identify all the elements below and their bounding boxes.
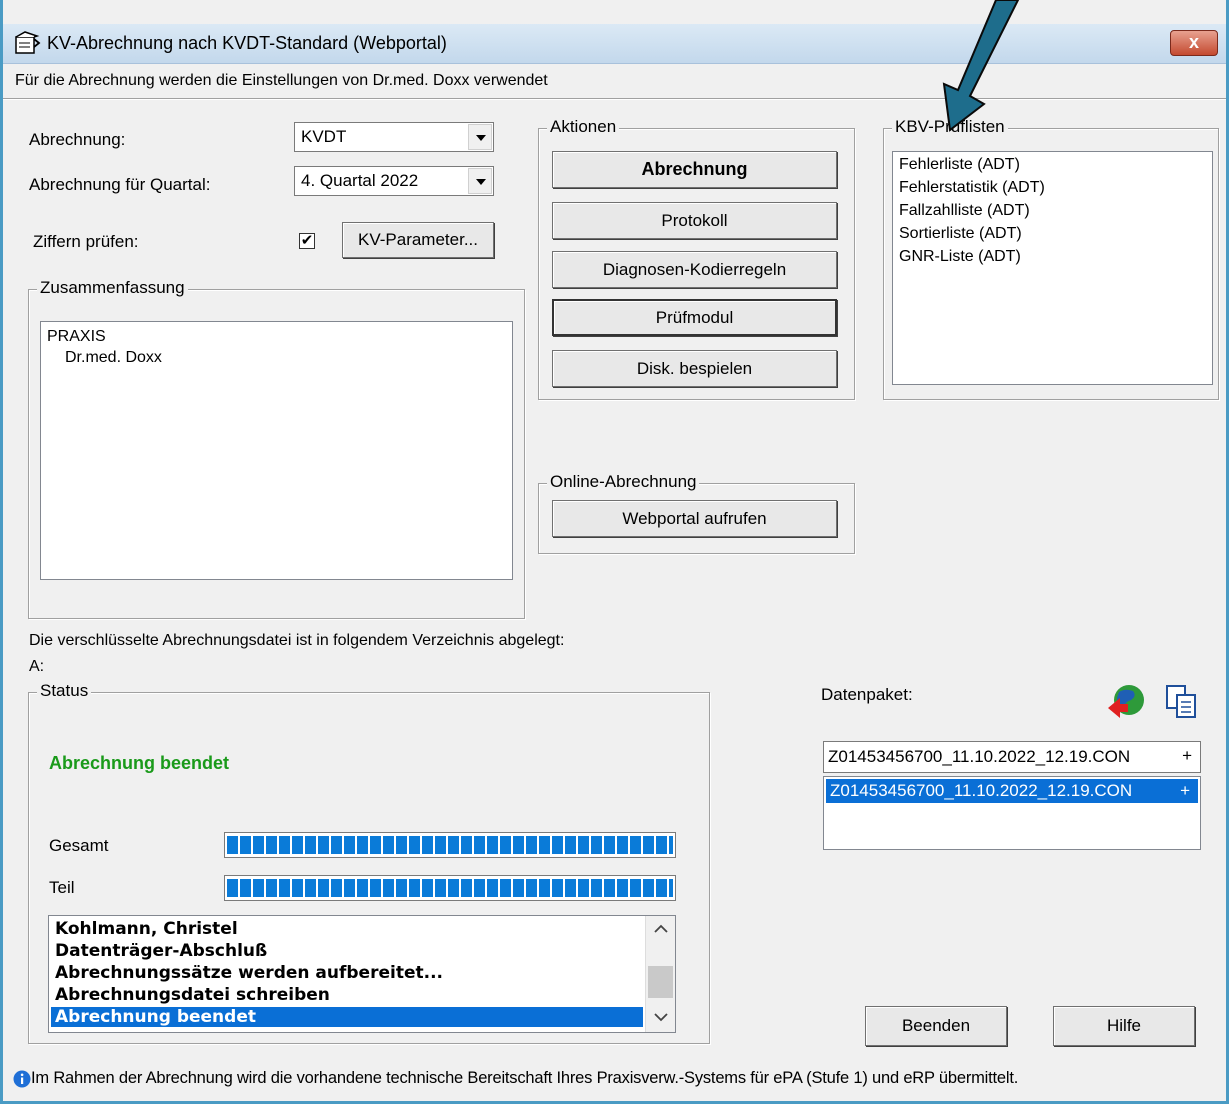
tree-item-praxis[interactable]: PRAXIS xyxy=(47,328,106,346)
teil-label: Teil xyxy=(49,878,75,897)
log-item-selected: Abrechnung beendet xyxy=(51,1007,643,1027)
aktionen-legend: Aktionen xyxy=(547,117,620,137)
status-log[interactable]: Kohlmann, Christel Datenträger-Abschluß … xyxy=(48,915,676,1033)
title-bar[interactable]: KV-Abrechnung nach KVDT-Standard (Webpor… xyxy=(3,24,1226,64)
online-group: Online-Abrechnung Webportal aufrufen xyxy=(538,472,855,554)
annotation-arrow-icon xyxy=(942,0,1020,132)
aktionen-group: Aktionen Abrechnung Protokoll Diagnosen-… xyxy=(538,117,855,400)
abrechnung-value: KVDT xyxy=(301,127,347,146)
globe-send-icon[interactable] xyxy=(1105,682,1147,722)
abrechnung-button[interactable]: Abrechnung xyxy=(552,151,837,188)
webportal-button[interactable]: Webportal aufrufen xyxy=(552,500,837,537)
prueflisten-group: KBV-Prüflisten Fehlerliste (ADT) Fehlers… xyxy=(883,117,1219,400)
directory-text: Die verschlüsselte Abrechnungsdatei ist … xyxy=(29,632,565,649)
datenpaket-value: Z01453456700_11.10.2022_12.19.CON xyxy=(828,747,1131,766)
datenpaket-label: Datenpaket: xyxy=(821,685,913,704)
diagnosen-button[interactable]: Diagnosen-Kodierregeln xyxy=(552,251,837,288)
online-legend: Online-Abrechnung xyxy=(547,472,700,492)
list-item[interactable]: Fehlerstatistik (ADT) xyxy=(899,179,1045,197)
copy-icon[interactable] xyxy=(1161,682,1203,722)
status-legend: Status xyxy=(37,681,92,701)
footer-text: Im Rahmen der Abrechnung wird die vorhan… xyxy=(31,1069,1019,1087)
hilfe-button[interactable]: Hilfe xyxy=(1053,1006,1195,1046)
chevron-down-icon[interactable] xyxy=(654,1012,668,1022)
quartal-select[interactable]: 4. Quartal 2022 xyxy=(294,166,494,196)
expand-plus-icon[interactable]: + xyxy=(1180,781,1190,801)
app-icon xyxy=(15,31,41,54)
abrechnung-label: Abrechnung: xyxy=(29,130,126,149)
list-item[interactable]: Sortierliste (ADT) xyxy=(899,225,1022,243)
summary-tree[interactable]: PRAXIS Dr.med. Doxx xyxy=(40,321,513,580)
quartal-value: 4. Quartal 2022 xyxy=(301,171,419,190)
log-item: Abrechnungssätze werden aufbereitet... xyxy=(55,963,443,983)
gesamt-progress xyxy=(224,832,676,858)
status-message: Abrechnung beendet xyxy=(49,753,230,773)
datenpaket-select[interactable]: Z01453456700_11.10.2022_12.19.CON + xyxy=(823,741,1201,773)
settings-info: Für die Abrechnung werden die Einstellun… xyxy=(15,72,548,89)
close-button[interactable]: x xyxy=(1170,30,1218,56)
abrechnung-select[interactable]: KVDT xyxy=(294,122,494,152)
prueflisten-list[interactable]: Fehlerliste (ADT) Fehlerstatistik (ADT) … xyxy=(892,151,1213,385)
gesamt-label: Gesamt xyxy=(49,836,109,855)
tree-item-doctor[interactable]: Dr.med. Doxx xyxy=(65,349,162,367)
status-group: Status Abrechnung beendet Gesamt Teil Ko… xyxy=(28,681,710,1044)
list-item[interactable]: Fehlerliste (ADT) xyxy=(899,156,1020,174)
scrollbar-thumb[interactable] xyxy=(648,966,673,998)
log-item: Abrechnungsdatei schreiben xyxy=(55,985,330,1005)
datenpaket-list[interactable]: Z01453456700_11.10.2022_12.19.CON + xyxy=(823,776,1201,850)
quartal-label: Abrechnung für Quartal: xyxy=(29,175,211,194)
pruefmodul-button[interactable]: Prüfmodul xyxy=(552,299,837,336)
teil-progress-fill xyxy=(227,879,673,897)
window-title: KV-Abrechnung nach KVDT-Standard (Webpor… xyxy=(47,33,447,53)
datenpaket-item-label: Z01453456700_11.10.2022_12.19.CON xyxy=(830,781,1133,800)
chevron-down-icon[interactable] xyxy=(468,124,492,150)
separator xyxy=(3,98,1226,100)
kv-parameter-button[interactable]: KV-Parameter... xyxy=(342,222,494,258)
teil-progress xyxy=(224,875,676,901)
log-scrollbar[interactable] xyxy=(645,916,675,1032)
beenden-button[interactable]: Beenden xyxy=(865,1006,1007,1046)
ziffern-checkbox[interactable]: ✔ xyxy=(299,233,315,249)
log-item: Datenträger-Abschluß xyxy=(55,941,268,961)
chevron-up-icon[interactable] xyxy=(654,924,668,934)
info-icon xyxy=(13,1070,31,1088)
disk-button[interactable]: Disk. bespielen xyxy=(552,350,837,387)
log-item: Kohlmann, Christel xyxy=(55,919,238,939)
gesamt-progress-fill xyxy=(227,836,673,854)
expand-plus-icon[interactable]: + xyxy=(1182,746,1192,766)
app-window: KV-Abrechnung nach KVDT-Standard (Webpor… xyxy=(0,0,1229,1104)
list-item[interactable]: Fallzahlliste (ADT) xyxy=(899,202,1030,220)
chevron-down-icon[interactable] xyxy=(468,168,492,194)
list-item[interactable]: GNR-Liste (ADT) xyxy=(899,248,1021,266)
zusammenfassung-group: Zusammenfassung PRAXIS Dr.med. Doxx xyxy=(28,278,525,619)
protokoll-button[interactable]: Protokoll xyxy=(552,202,837,239)
directory-path: A: xyxy=(29,658,45,675)
ziffern-label: Ziffern prüfen: xyxy=(33,232,139,251)
zusammenfassung-legend: Zusammenfassung xyxy=(37,278,188,298)
datenpaket-item-selected[interactable]: Z01453456700_11.10.2022_12.19.CON + xyxy=(826,779,1198,803)
